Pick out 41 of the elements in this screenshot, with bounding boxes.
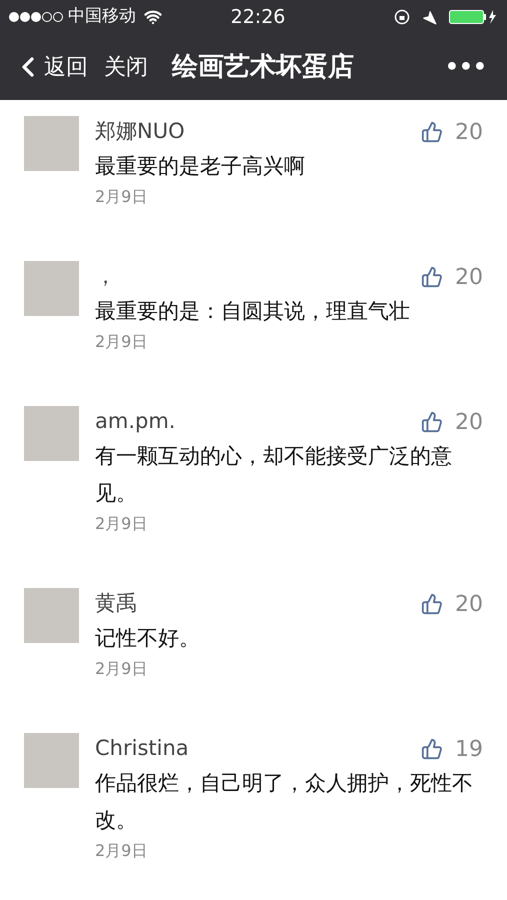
carrier-name: 中国移动	[68, 5, 136, 28]
like-button[interactable]: 20	[421, 260, 483, 294]
like-button[interactable]: 20	[421, 116, 483, 148]
avatar-placeholder	[24, 261, 79, 316]
avatar-placeholder	[24, 406, 79, 461]
comment-text: 最重要的是：自圆其说，理直气壮	[95, 298, 411, 325]
commenter-name: ，	[95, 263, 116, 290]
commenter-name: am.pm.	[95, 408, 176, 436]
comment-date: 2月9日	[95, 513, 148, 535]
like-button[interactable]: 19	[421, 732, 483, 766]
comment-text: 最重要的是老子高兴啊	[95, 153, 306, 180]
status-time: 22:26	[230, 4, 286, 30]
comment-text: 作品很烂，自己明了，众人拥护，死性不改。	[95, 770, 474, 834]
close-button[interactable]: 关闭	[104, 50, 148, 84]
avatar-placeholder	[24, 116, 79, 171]
thumbs-up-icon	[421, 266, 443, 288]
comment-date: 2月9日	[95, 186, 148, 208]
commenter-name: 郑娜NUO	[95, 118, 185, 146]
page-title: 绘画艺术坏蛋店	[172, 50, 354, 84]
comment-date: 2月9日	[95, 331, 148, 353]
location-icon	[422, 10, 437, 24]
avatar-placeholder	[24, 733, 79, 788]
thumbs-up-icon	[421, 738, 443, 760]
avatar-placeholder	[24, 588, 79, 643]
battery-icon	[448, 9, 499, 25]
comment-text: 有一颗互动的心，却不能接受广泛的意见。	[95, 443, 453, 507]
wifi-icon	[144, 8, 162, 26]
like-button[interactable]: 20	[421, 406, 483, 438]
comment-text: 记性不好。	[95, 625, 201, 652]
thumbs-up-icon	[421, 411, 443, 433]
rotation-lock-icon	[394, 9, 410, 25]
signal-icon	[8, 11, 64, 23]
comment-date: 2月9日	[95, 658, 148, 680]
comment-date: 2月9日	[95, 840, 148, 862]
more-button[interactable]: •••	[444, 50, 487, 84]
thumbs-up-icon	[421, 593, 443, 615]
thumbs-up-icon	[421, 121, 443, 143]
commenter-name: Christina	[95, 735, 189, 762]
back-button[interactable]: 返回	[12, 50, 88, 84]
like-button[interactable]: 20	[421, 588, 483, 620]
commenter-name: 黄禹	[95, 590, 137, 618]
